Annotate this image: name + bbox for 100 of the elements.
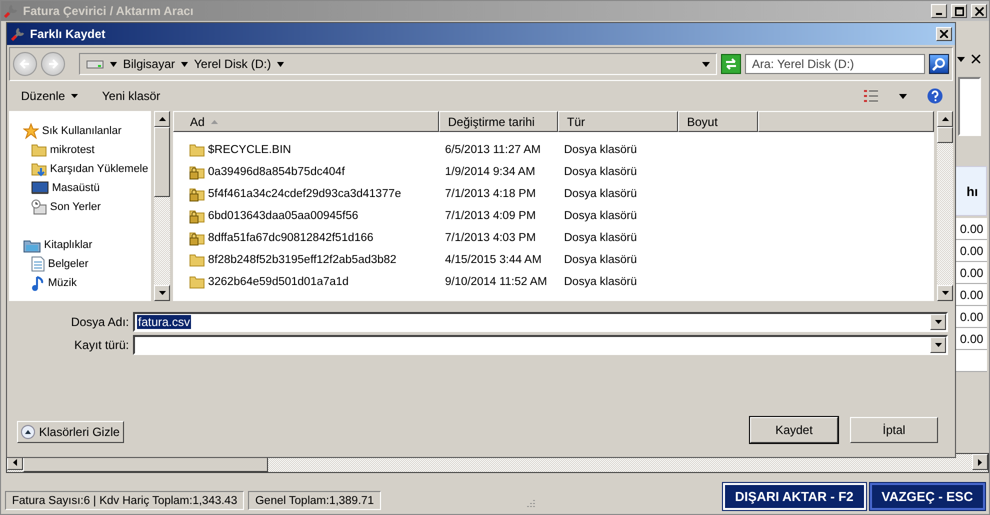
wrench-icon	[3, 3, 19, 19]
file-name[interactable]: 5f4f461a34c24cdef29d93ca3d41377e	[208, 188, 402, 200]
left-arrow-icon	[19, 58, 31, 70]
left-arrow-icon	[13, 458, 17, 466]
file-name[interactable]: 8dffa51fa67dc90812842f51d166	[208, 232, 374, 244]
nav-item[interactable]: mikrotest	[9, 140, 151, 159]
caret-icon	[181, 62, 188, 66]
monitor-icon	[31, 180, 49, 194]
document-icon	[31, 256, 45, 272]
file-type: Dosya klasörü	[564, 232, 637, 244]
maximize-icon	[954, 6, 964, 16]
file-name[interactable]: $RECYCLE.BIN	[208, 144, 292, 156]
down-arrow-icon	[942, 291, 948, 295]
toolbar-button[interactable]: Yeni klasör	[100, 87, 162, 105]
music-note-icon	[31, 274, 45, 290]
forward-button[interactable]	[41, 52, 65, 76]
right-arrow-icon	[47, 58, 59, 70]
back-button[interactable]	[13, 52, 37, 76]
column-header: hı	[955, 166, 987, 216]
save-button[interactable]: Kaydet	[750, 417, 838, 443]
file-type: Dosya klasörü	[564, 276, 637, 288]
hide-folders-button[interactable]: Klasörleri Gizle	[17, 421, 124, 443]
window-title: Fatura Çevirici / Aktarım Aracı	[23, 4, 195, 18]
panel-box	[958, 77, 981, 136]
modified-date: 7/1/2013 4:09 PM	[445, 210, 536, 222]
up-arrow-icon	[942, 117, 948, 121]
up-arrow-icon	[158, 117, 166, 121]
nav-item[interactable]: Masaüstü	[9, 178, 151, 197]
wrench-icon	[10, 26, 26, 42]
star-icon	[23, 122, 39, 138]
file-name[interactable]: 8f28b248f52b3195eff12f2ab5ad3b82	[208, 254, 396, 266]
modified-date: 1/9/2014 9:34 AM	[445, 166, 536, 178]
down-arrow-icon	[158, 291, 166, 295]
view-list-icon[interactable]	[863, 89, 879, 103]
search-icon	[932, 57, 946, 71]
nav-item[interactable]: Müzik	[9, 273, 151, 292]
right-arrow-icon	[978, 458, 982, 466]
minimize-icon	[936, 13, 942, 15]
column-header[interactable]: Değiştirme tarihi	[439, 111, 558, 132]
file-name[interactable]: 6bd013643daa05aa00945f56	[208, 210, 358, 222]
minimize-button[interactable]	[931, 4, 947, 18]
caret-icon	[276, 62, 284, 66]
column-header[interactable]: Boyut	[678, 111, 758, 132]
file-type: Dosya klasörü	[564, 144, 637, 156]
status-text: Fatura Sayısı:6 | Kdv Hariç Toplam:1,343.43	[5, 491, 244, 510]
close-icon	[974, 6, 984, 16]
download-folder-icon	[31, 160, 47, 176]
nav-group-item[interactable]: Sık Kullanılanlar	[9, 121, 151, 140]
maximize-button[interactable]	[951, 4, 967, 18]
nav-item[interactable]: Karşıdan Yüklemele	[9, 159, 151, 178]
column-header[interactable]: Ad	[173, 111, 439, 132]
nav-item[interactable]: Son Yerler	[9, 197, 151, 216]
breadcrumb-item[interactable]: Bilgisayar	[123, 57, 176, 71]
search-button[interactable]	[929, 54, 949, 74]
modified-date: 7/1/2013 4:18 PM	[445, 188, 536, 200]
file-name[interactable]: 3262b64e59d501d01a7a1d	[208, 276, 349, 288]
caret-icon	[110, 62, 117, 66]
caret-icon[interactable]	[899, 94, 907, 98]
file-name[interactable]: 0a39496d8a854b75dc404f	[208, 166, 345, 178]
modified-date: 6/5/2013 11:27 AM	[445, 144, 541, 156]
field-label: Dosya Adı:	[70, 315, 129, 329]
cancel-button[interactable]: İptal	[850, 417, 938, 443]
modified-date: 7/1/2013 4:03 PM	[445, 232, 536, 244]
column-header[interactable]: Tür	[558, 111, 678, 132]
up-caret-icon	[21, 425, 35, 439]
file-type: Dosya klasörü	[564, 254, 637, 266]
vertical-scrollbar[interactable]	[154, 111, 170, 301]
resize-grip-icon	[524, 499, 535, 509]
combo-box[interactable]	[133, 335, 948, 355]
close-button[interactable]	[971, 4, 987, 18]
clock-icon	[31, 198, 47, 214]
drive-icon	[86, 59, 104, 69]
field-label: Kayıt türü:	[73, 338, 129, 352]
search-field[interactable]: Ara: Yerel Disk (D:)	[745, 54, 925, 74]
close-icon[interactable]	[971, 54, 981, 64]
nav-item[interactable]: Belgeler	[9, 254, 151, 273]
dropdown-caret-icon[interactable]	[957, 56, 965, 62]
cancel-button[interactable]: VAZGEÇ - ESC	[870, 483, 985, 510]
dialog-title: Farklı Kaydet	[30, 27, 106, 41]
close-button[interactable]	[936, 27, 952, 41]
combo-box[interactable]: fatura.csv	[133, 312, 948, 332]
scrollbar-thumb[interactable]	[937, 127, 953, 143]
file-type: Dosya klasörü	[564, 188, 637, 200]
folder-icon	[31, 142, 47, 158]
dropdown-caret-icon[interactable]	[702, 62, 710, 66]
status-text: Genel Toplam:1,389.71	[248, 491, 381, 510]
refresh-icon[interactable]	[721, 54, 741, 74]
breadcrumb-field[interactable]: Bilgisayar Yerel Disk (D:)	[79, 53, 717, 75]
caret-icon	[71, 94, 78, 98]
dropdown-arrow-icon	[934, 343, 942, 347]
scrollbar-thumb[interactable]	[154, 127, 170, 197]
file-type: Dosya klasörü	[564, 166, 637, 178]
export-button[interactable]: DIŞARI AKTAR - F2	[723, 483, 866, 510]
help-icon[interactable]	[927, 88, 943, 104]
toolbar-button[interactable]: Düzenle	[19, 87, 80, 105]
modified-date: 9/10/2014 11:52 AM	[445, 276, 548, 288]
breadcrumb-item[interactable]: Yerel Disk (D:)	[194, 57, 271, 71]
vertical-scrollbar[interactable]	[937, 111, 953, 301]
nav-group-item[interactable]: Kitaplıklar	[9, 235, 151, 254]
file-type: Dosya klasörü	[564, 210, 637, 222]
